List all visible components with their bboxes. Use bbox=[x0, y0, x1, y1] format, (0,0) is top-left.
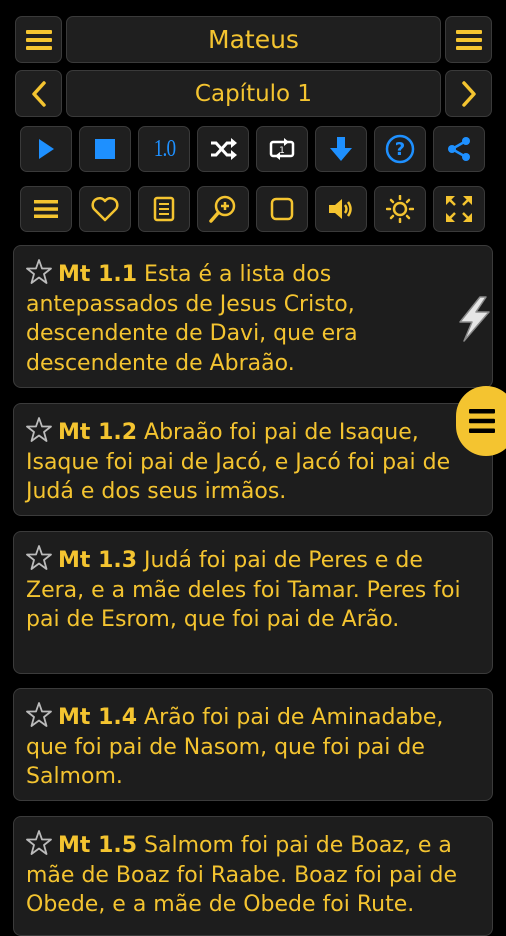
help-button[interactable]: ? bbox=[374, 126, 426, 172]
menu-icon bbox=[34, 200, 58, 218]
right-menu-button[interactable] bbox=[445, 16, 492, 63]
fullscreen-button[interactable] bbox=[433, 186, 485, 232]
chevron-right-icon bbox=[461, 80, 476, 107]
star-icon[interactable] bbox=[26, 417, 52, 442]
verse-reference: Mt 1.2 bbox=[58, 420, 138, 445]
repeat-one-icon: 1 bbox=[269, 138, 295, 160]
star-icon[interactable] bbox=[26, 830, 52, 855]
verse-reference: Mt 1.5 bbox=[58, 833, 138, 858]
fullscreen-icon bbox=[446, 196, 472, 222]
side-drawer-handle[interactable] bbox=[456, 386, 506, 456]
stop-icon bbox=[95, 139, 115, 159]
verse-reference: Mt 1.3 bbox=[58, 548, 138, 573]
chevron-left-icon bbox=[31, 80, 46, 107]
star-icon[interactable] bbox=[26, 545, 52, 570]
verse-card[interactable]: Mt 1.5 Salmom foi pai de Boaz, e a mãe d… bbox=[13, 816, 493, 936]
help-icon: ? bbox=[385, 134, 415, 164]
play-icon bbox=[39, 139, 54, 159]
speed-button[interactable]: 1.0 bbox=[138, 126, 190, 172]
share-button[interactable] bbox=[433, 126, 485, 172]
speed-label: 1.0 bbox=[153, 135, 175, 162]
volume-icon bbox=[329, 199, 352, 219]
share-icon bbox=[448, 137, 470, 161]
next-chapter-button[interactable] bbox=[445, 70, 492, 117]
star-icon[interactable] bbox=[26, 702, 52, 727]
svg-text:?: ? bbox=[395, 139, 405, 160]
previous-chapter-button[interactable] bbox=[15, 70, 62, 117]
chapter-label: Capítulo 1 bbox=[194, 80, 313, 107]
quick-action-button[interactable] bbox=[454, 296, 494, 346]
left-menu-button[interactable] bbox=[15, 16, 62, 63]
shuffle-button[interactable] bbox=[197, 126, 249, 172]
star-icon[interactable] bbox=[26, 259, 52, 284]
download-button[interactable] bbox=[315, 126, 367, 172]
list-button[interactable] bbox=[20, 186, 72, 232]
verse-card[interactable]: Mt 1.2 Abraão foi pai de Isaque, Isaque … bbox=[13, 403, 493, 516]
notes-icon bbox=[153, 196, 175, 222]
verse-card[interactable]: Mt 1.1 Esta é a lista dos antepassados d… bbox=[13, 245, 493, 388]
verse-card[interactable]: Mt 1.4 Arão foi pai de Aminadabe, que fo… bbox=[13, 688, 493, 801]
svg-text:1: 1 bbox=[279, 146, 285, 156]
book-title-button[interactable]: Mateus bbox=[66, 16, 441, 63]
menu-icon bbox=[455, 29, 482, 50]
zoom-in-button[interactable] bbox=[197, 186, 249, 232]
notes-button[interactable] bbox=[138, 186, 190, 232]
verse-card[interactable]: Mt 1.3 Judá foi pai de Peres e de Zera, … bbox=[13, 531, 493, 674]
favorites-button[interactable] bbox=[79, 186, 131, 232]
square-icon bbox=[270, 197, 294, 221]
menu-icon bbox=[469, 409, 495, 433]
shuffle-icon bbox=[211, 138, 237, 160]
brightness-button[interactable] bbox=[374, 186, 426, 232]
stop-button[interactable] bbox=[79, 126, 131, 172]
download-icon bbox=[330, 137, 352, 161]
menu-icon bbox=[25, 29, 52, 50]
heart-icon bbox=[91, 196, 119, 222]
repeat-button[interactable]: 1 bbox=[256, 126, 308, 172]
select-button[interactable] bbox=[256, 186, 308, 232]
chapter-selector[interactable]: Capítulo 1 bbox=[66, 70, 441, 117]
verse-reference: Mt 1.4 bbox=[58, 705, 138, 730]
lightning-icon bbox=[459, 296, 490, 342]
zoom-in-icon bbox=[209, 195, 236, 223]
play-button[interactable] bbox=[20, 126, 72, 172]
verse-reference: Mt 1.1 bbox=[58, 262, 138, 287]
brightness-icon bbox=[386, 195, 414, 223]
book-title: Mateus bbox=[208, 25, 299, 54]
volume-button[interactable] bbox=[315, 186, 367, 232]
